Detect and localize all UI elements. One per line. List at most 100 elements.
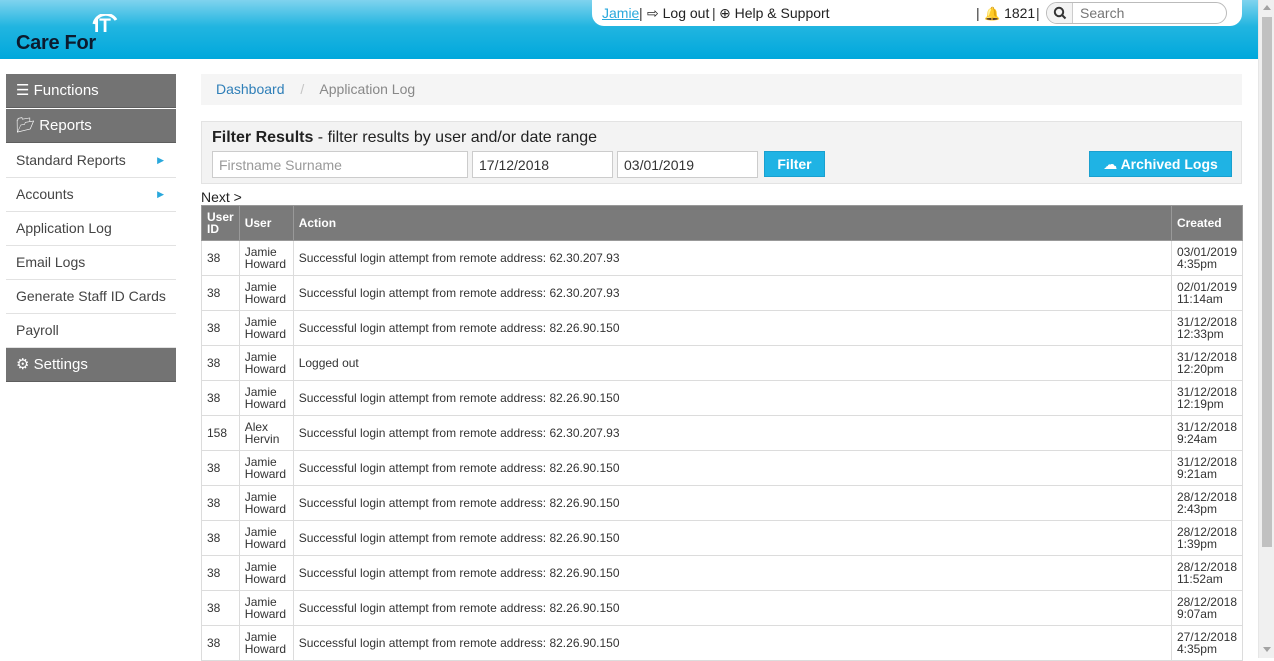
- notification-count: 1821: [1004, 5, 1036, 21]
- cell-user-id: 38: [201, 590, 240, 626]
- divider: |: [712, 5, 716, 21]
- header-user-id-line2: ID: [207, 222, 219, 236]
- cell-user-last: Howard: [244, 397, 287, 411]
- header-user-id[interactable]: User ID: [201, 205, 240, 241]
- bell-icon: 🔔: [984, 6, 1001, 21]
- cell-user-last: Howard: [244, 257, 287, 271]
- table-row: 38 Jamie Howard Successful login attempt fr…: [201, 520, 1244, 556]
- help-link[interactable]: ⊕ Help & Support: [719, 5, 830, 22]
- scroll-up-arrow-icon[interactable]: [1263, 5, 1271, 10]
- cell-user-last: Howard: [244, 292, 287, 306]
- cell-action: Logged out: [292, 345, 1172, 381]
- cell-created: 27/12/2018 4:35pm: [1170, 625, 1244, 661]
- breadcrumb: Dashboard / Application Log: [201, 74, 1242, 105]
- cell-created-time: 4:35pm: [1176, 642, 1217, 656]
- cell-user-id: 38: [201, 555, 240, 591]
- cell-user: Alex Hervin: [238, 415, 294, 451]
- filter-button[interactable]: Filter: [764, 151, 825, 177]
- cell-user-id: 38: [201, 380, 240, 416]
- lifebuoy-icon: ⊕: [719, 5, 731, 21]
- sidebar-item[interactable]: Email Logs: [6, 246, 176, 280]
- sidebar-item-label: Application Log: [16, 220, 112, 236]
- cell-created-time: 9:24am: [1176, 432, 1217, 446]
- name-filter-input[interactable]: [212, 151, 468, 178]
- cell-user-last: Howard: [244, 642, 287, 656]
- cell-action: Successful login attempt from remote add…: [292, 310, 1172, 346]
- table-row: 38 Jamie Howard Successful login attempt fr…: [201, 485, 1244, 521]
- sidebar-reports[interactable]: 📂︎ Reports: [6, 109, 176, 143]
- header-action[interactable]: Action: [292, 205, 1172, 241]
- archived-logs-button[interactable]: ☁ Archived Logs: [1089, 151, 1232, 177]
- cell-user-id: 38: [201, 520, 240, 556]
- cell-user-id: 38: [201, 450, 240, 486]
- application-log-table: User ID User Action Created 38 Jamie Howar…: [201, 205, 1244, 661]
- breadcrumb-divider: /: [300, 81, 305, 97]
- cell-created-time: 11:52am: [1176, 572, 1223, 586]
- user-link[interactable]: Jamie: [602, 5, 639, 21]
- cloud-icon: ☁: [1103, 156, 1118, 172]
- help-label: Help & Support: [734, 5, 830, 21]
- sidebar-item[interactable]: Accounts ▶: [6, 178, 176, 212]
- table-row: 38 Jamie Howard Successful login attempt fr…: [201, 590, 1244, 626]
- sidebar-functions[interactable]: ☰ Functions: [6, 74, 176, 108]
- archived-logs-label: Archived Logs: [1120, 156, 1218, 172]
- date-from-input[interactable]: [472, 151, 613, 178]
- search-input[interactable]: [1074, 3, 1222, 23]
- list-icon: ☰: [16, 82, 30, 99]
- cell-created-time: 9:07am: [1176, 607, 1217, 621]
- cell-user: Jamie Howard: [238, 240, 294, 276]
- cell-action: Successful login attempt from remote add…: [292, 520, 1172, 556]
- cell-created-time: 12:19pm: [1176, 397, 1224, 411]
- cell-created-time: 11:14am: [1176, 292, 1223, 306]
- sidebar-item[interactable]: Application Log: [6, 212, 176, 246]
- cell-created: 28/12/2018 9:07am: [1170, 590, 1244, 626]
- cell-created-time: 1:39pm: [1176, 537, 1217, 551]
- cell-user-id: 38: [201, 625, 240, 661]
- filter-title: Filter Results - filter results by user …: [212, 129, 597, 147]
- cell-created: 31/12/2018 9:24am: [1170, 415, 1244, 451]
- sidebar-item-label: Email Logs: [16, 254, 86, 270]
- cell-created-time: 12:33pm: [1176, 327, 1224, 341]
- next-page-link[interactable]: Next >: [201, 189, 242, 205]
- cell-user: Jamie Howard: [238, 275, 294, 311]
- sidebar-item[interactable]: Standard Reports ▶: [6, 144, 176, 178]
- cell-created: 31/12/2018 12:19pm: [1170, 380, 1244, 416]
- cell-user-last: Howard: [244, 537, 287, 551]
- cell-user-last: Hervin: [244, 432, 280, 446]
- cell-created-time: 4:35pm: [1176, 257, 1217, 271]
- scroll-down-arrow-icon[interactable]: [1263, 647, 1271, 652]
- table-row: 38 Jamie Howard Successful login attempt fr…: [201, 625, 1244, 661]
- cell-user-id: 38: [201, 310, 240, 346]
- brand-name: Care For: [16, 32, 96, 54]
- sidebar-item-label: Standard Reports: [16, 152, 126, 168]
- page-scrollbar[interactable]: [1258, 0, 1274, 658]
- cell-user: Jamie Howard: [238, 520, 294, 556]
- sidebar-reports-label: Reports: [39, 117, 92, 134]
- cell-action: Successful login attempt from remote add…: [292, 380, 1172, 416]
- sidebar-item[interactable]: Generate Staff ID Cards: [6, 280, 176, 314]
- cell-action: Successful login attempt from remote add…: [292, 450, 1172, 486]
- search-button[interactable]: [1047, 3, 1073, 23]
- table-row: 38 Jamie Howard Successful login attempt fr…: [201, 380, 1244, 416]
- sidebar-item[interactable]: Payroll: [6, 314, 176, 348]
- notifications-link[interactable]: 🔔 1821: [984, 5, 1035, 22]
- user-link-wrap: Jamie: [602, 5, 639, 21]
- cell-user: Jamie Howard: [238, 625, 294, 661]
- cell-user: Jamie Howard: [238, 345, 294, 381]
- breadcrumb-dashboard[interactable]: Dashboard: [216, 81, 285, 97]
- date-to-input[interactable]: [617, 151, 758, 178]
- search-icon: [1053, 6, 1067, 20]
- cell-action: Successful login attempt from remote add…: [292, 240, 1172, 276]
- cell-user-last: Howard: [244, 572, 287, 586]
- sidebar-settings[interactable]: ⚙ Settings: [6, 348, 176, 382]
- brand-logo[interactable]: Care For IT: [16, 14, 136, 54]
- filter-panel: Filter Results - filter results by user …: [201, 121, 1242, 184]
- cell-user: Jamie Howard: [238, 590, 294, 626]
- logout-link[interactable]: ⇨ Log out: [647, 5, 709, 22]
- breadcrumb-current: Application Log: [319, 81, 416, 97]
- scroll-thumb[interactable]: [1262, 17, 1272, 547]
- header-user[interactable]: User: [238, 205, 294, 241]
- header-created[interactable]: Created: [1170, 205, 1244, 241]
- cell-action: Successful login attempt from remote add…: [292, 625, 1172, 661]
- table-row: 38 Jamie Howard Successful login attempt fr…: [201, 275, 1244, 311]
